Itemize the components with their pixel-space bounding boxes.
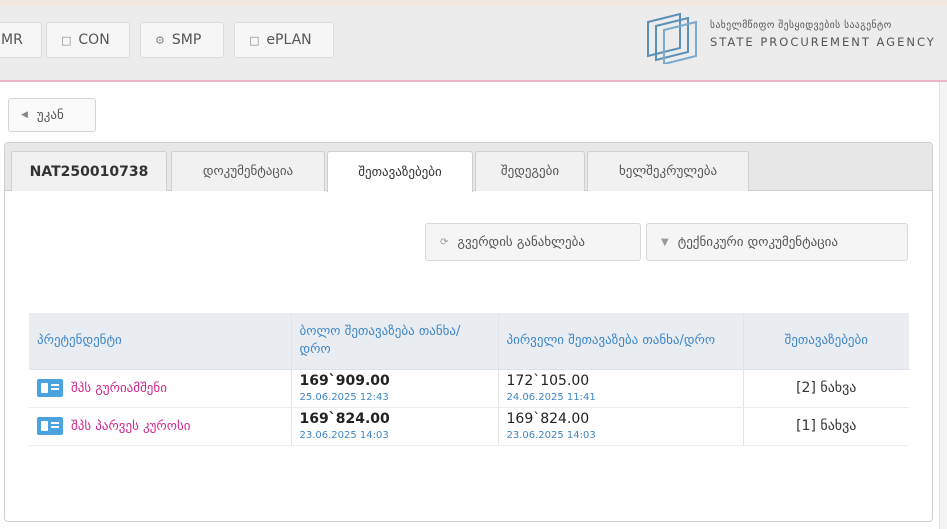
agency-logo[interactable]: სახელმწიფო შესყიდვების სააგენტო STATE PR… (640, 8, 940, 66)
first-offer-date: 23.06.2025 14:03 (506, 430, 596, 441)
bidder-cell: შპს პარვეს კუროსი (29, 407, 291, 446)
offers-table: პრეტენდენტი ბოლო შეთავაზება თანხა/დრო პი… (29, 313, 909, 446)
last-offer-amount: 169`824.00 (299, 411, 390, 427)
back-button[interactable]: ◀ უკან (8, 98, 96, 132)
nav-button-con[interactable]: □ CON (46, 22, 130, 58)
nav-button-smp[interactable]: ⚙ SMP (140, 22, 224, 58)
tab-offers[interactable]: შეთავაზებები (327, 151, 473, 192)
document-icon: □ (249, 33, 260, 47)
header-offers[interactable]: შეთავაზებები (742, 313, 909, 370)
caret-left-icon: ◀ (21, 110, 28, 120)
tab-contract[interactable]: ხელშეკრულება (587, 151, 749, 191)
refresh-page-label: გვერდის განახლება (457, 234, 585, 250)
view-offers-link[interactable]: [2] ნახვა (796, 380, 856, 396)
nav-button-label: MR (1, 32, 23, 48)
last-offer-date: 25.06.2025 12:43 (299, 392, 389, 403)
company-card-icon (37, 379, 63, 397)
tab-label: ხელშეკრულება (618, 164, 718, 179)
gear-icon: ⚙ (155, 33, 165, 47)
bidder-cell: შპს გურიამშენი (29, 369, 291, 408)
bidder-link[interactable]: შპს გურიამშენი (37, 379, 283, 397)
nav-button-mr[interactable]: MR (0, 22, 42, 58)
first-offer-cell: 172`105.00 24.06.2025 11:41 (497, 369, 743, 408)
document-icon: □ (61, 33, 72, 47)
last-offer-date: 23.06.2025 14:03 (299, 430, 389, 441)
first-offer-cell: 169`824.00 23.06.2025 14:03 (497, 407, 743, 446)
agency-logo-text: სახელმწიფო შესყიდვების სააგენტო STATE PR… (710, 20, 936, 49)
company-card-icon (37, 417, 63, 435)
last-offer-cell: 169`824.00 23.06.2025 14:03 (290, 407, 498, 446)
nav-button-label: ePLAN (266, 32, 312, 48)
top-navigation-bar: MR □ CON ⚙ SMP □ ePLAN სახელმწიფო შესყიდ… (0, 0, 947, 82)
tab-label: შეთავაზებები (358, 164, 442, 180)
bidder-name: შპს პარვეს კუროსი (71, 418, 191, 434)
technical-documentation-label: ტექნიკური დოკუმენტაცია (677, 234, 838, 250)
agency-name-georgian: სახელმწიფო შესყიდვების სააგენტო (710, 20, 892, 31)
view-offers-link[interactable]: [1] ნახვა (796, 418, 856, 434)
first-offer-date: 24.06.2025 11:41 (506, 392, 596, 403)
caret-down-icon: ▼ (661, 236, 669, 248)
offers-cell: [2] ნახვა (742, 369, 909, 408)
last-offer-cell: 169`909.00 25.06.2025 12:43 (290, 369, 498, 408)
agency-name-english: STATE PROCUREMENT AGENCY (710, 35, 936, 49)
offers-cell: [1] ნახვა (742, 407, 909, 446)
refresh-page-button[interactable]: ⟳ გვერდის განახლება (425, 223, 641, 261)
tab-label: დოკუმენტაცია (202, 164, 294, 179)
nav-button-label: SMP (171, 32, 202, 48)
nav-button-label: CON (78, 32, 110, 48)
table-row: შპს გურიამშენი 169`909.00 25.06.2025 12:… (29, 369, 909, 408)
first-offer-amount: 172`105.00 (506, 373, 590, 389)
tab-results[interactable]: შედეგები (475, 151, 585, 191)
tab-label: შედეგები (500, 164, 560, 179)
back-button-label: უკან (36, 107, 64, 123)
tab-label: NAT250010738 (29, 163, 149, 180)
header-first-offer[interactable]: პირველი შეთავაზება თანხა/დრო (497, 313, 743, 370)
tabs-bar: NAT250010738 დოკუმენტაცია შეთავაზებები შ… (5, 143, 932, 192)
page-scrollbar[interactable] (939, 82, 947, 529)
table-header-row: პრეტენდენტი ბოლო შეთავაზება თანხა/დრო პი… (29, 313, 909, 370)
technical-documentation-button[interactable]: ▼ ტექნიკური დოკუმენტაცია (646, 223, 908, 261)
header-bidder[interactable]: პრეტენდენტი (29, 313, 291, 370)
topbar-accent-strip (0, 0, 947, 6)
bidder-link[interactable]: შპს პარვეს კუროსი (37, 417, 283, 435)
first-offer-amount: 169`824.00 (506, 411, 590, 427)
tab-tender-number[interactable]: NAT250010738 (11, 151, 167, 191)
agency-logo-mark-icon (647, 12, 697, 64)
nav-button-eplan[interactable]: □ ePLAN (234, 22, 334, 58)
table-row: შპს პარვეს კუროსი 169`824.00 23.06.2025 … (29, 407, 909, 446)
tab-documentation[interactable]: დოკუმენტაცია (171, 151, 325, 191)
refresh-icon: ⟳ (440, 236, 449, 248)
bidder-name: შპს გურიამშენი (71, 380, 167, 396)
last-offer-amount: 169`909.00 (299, 373, 390, 389)
header-last-offer[interactable]: ბოლო შეთავაზება თანხა/დრო (290, 313, 498, 370)
